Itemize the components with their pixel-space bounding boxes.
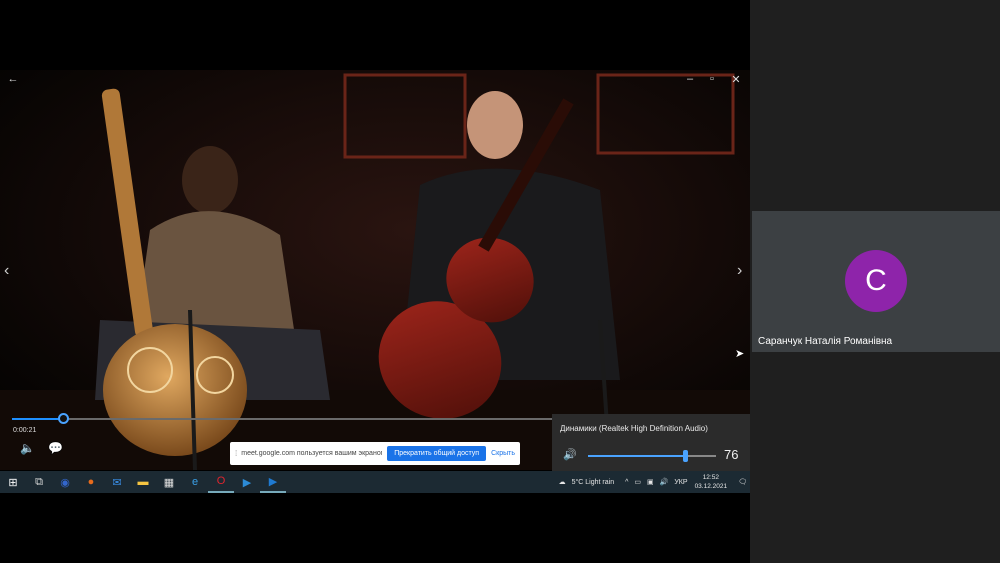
clock[interactable]: 12:52 03.12.2021 [695,473,728,491]
close-icon[interactable]: ✕ [728,72,744,86]
volume-value: 76 [724,447,739,462]
firefox-icon[interactable]: ● [78,471,104,493]
windows-start-icon[interactable]: ⊞ [0,471,26,493]
clock-time: 12:52 [702,474,719,481]
media-player-icon[interactable]: ▶ [234,471,260,493]
video-frame [0,70,750,470]
subtitles-icon[interactable]: 💬 [48,441,63,455]
volume-flyout: Динамики (Realtek High Definition Audio)… [552,414,750,471]
system-tray: ☁ 5°C Light rain ^ ▭ ▣ 🔊 УКР 12:52 03.12… [556,471,750,493]
audio-device-name[interactable]: Динамики (Realtek High Definition Audio) [560,424,708,433]
taskbar: ⊞ ⧉ ◉ ● ✉ ▬ ▦ e O ▶ ▶ ☁ 5°C Light rain ^ ▭ ▣ 🔊 УКР… [0,471,750,493]
speaker-icon[interactable]: 🔊 [563,448,577,461]
drag-handle-icon[interactable]: ⁞ [235,449,237,458]
next-arrow-icon[interactable]: › [737,262,742,280]
mouse-cursor-icon: ➤ [735,348,745,360]
hide-button[interactable]: Скрыть [491,450,515,457]
volume-slider[interactable] [588,450,716,462]
edge-icon[interactable]: ◉ [52,471,78,493]
weather-icon[interactable]: ☁ [559,478,566,486]
mail-icon[interactable]: ✉ [104,471,130,493]
weather-text[interactable]: 5°C Light rain [572,479,615,486]
volume-fill [588,455,686,457]
meet-window: ← – ▫ ✕ ‹ › 0:00:21 🔈 💬 ⁞ meet.google.co… [0,0,1000,563]
stop-sharing-button[interactable]: Прекратить общий доступ [387,446,487,461]
volume-icon[interactable]: 🔈 [20,441,35,455]
shared-screen: ← – ▫ ✕ ‹ › 0:00:21 🔈 💬 ⁞ meet.google.co… [0,0,750,563]
back-arrow-icon[interactable]: ← [5,72,21,86]
playback-time: 0:00:21 [13,427,37,434]
monitor-icon[interactable]: ▣ [647,478,654,486]
previous-arrow-icon[interactable]: ‹ [4,262,9,280]
ie-icon[interactable]: e [182,471,208,493]
participant-name: Саранчук Наталія Романівна [758,336,893,347]
notifications-icon[interactable]: 🗨 [738,478,747,486]
seek-progress [12,418,63,420]
file-explorer-icon[interactable]: ▬ [130,471,156,493]
store-icon[interactable]: ▦ [156,471,182,493]
opera-icon[interactable]: O [208,471,234,493]
speaker-tray-icon[interactable]: 🔊 [660,478,669,486]
maximize-icon[interactable]: ▫ [704,72,720,86]
volume-thumb[interactable] [683,450,689,462]
screen-share-banner: ⁞ meet.google.com пользуется вашим экран… [230,442,520,465]
share-message: meet.google.com пользуется вашим экраном… [241,450,383,457]
chevron-up-icon[interactable]: ^ [625,479,628,486]
minimize-icon[interactable]: – [682,72,698,86]
participant-avatar: С [845,250,907,312]
task-view-icon[interactable]: ⧉ [26,471,52,493]
input-language[interactable]: УКР [674,479,687,486]
taskbar-apps: ⊞ ⧉ ◉ ● ✉ ▬ ▦ e O ▶ ▶ [0,471,286,493]
video-player[interactable] [0,70,750,470]
participant-tile[interactable]: С Саранчук Наталія Романівна [752,211,1000,352]
movies-tv-icon[interactable]: ▶ [260,471,286,493]
clock-date: 03.12.2021 [694,483,728,490]
seek-thumb[interactable] [57,413,69,424]
network-icon[interactable]: ▭ [634,478,641,486]
